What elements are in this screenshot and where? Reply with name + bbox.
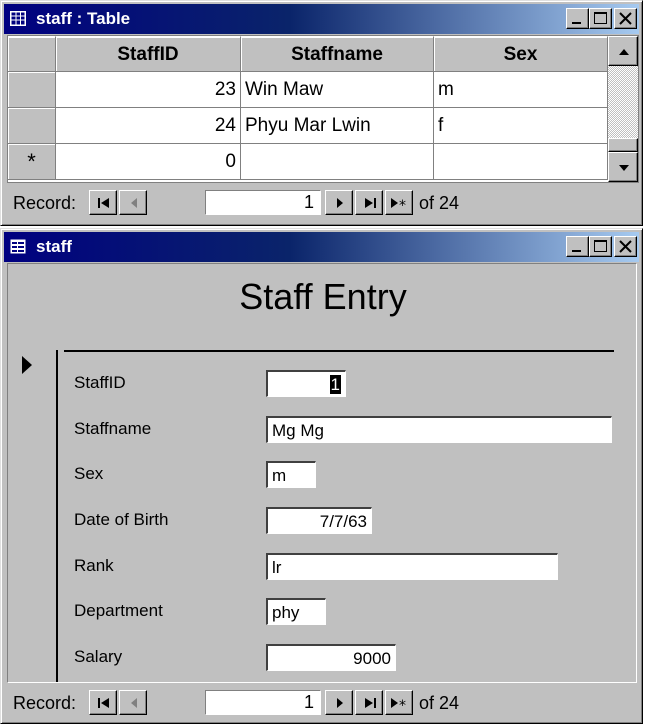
row-selector[interactable]	[8, 108, 56, 144]
staffname-cell[interactable]: Phyu Mar Lwin	[241, 108, 434, 144]
record-number-field[interactable]: 1	[205, 190, 321, 215]
new-record-button[interactable]: *	[385, 190, 413, 215]
salary-field[interactable]: 9000	[266, 644, 396, 671]
minimize-icon	[572, 22, 581, 24]
new-record-button[interactable]: *	[385, 690, 413, 715]
last-record-icon	[365, 198, 376, 208]
form-icon	[10, 239, 26, 254]
datasheet-grid: StaffID Staffname Sex 23 Win Maw m 24 Ph…	[7, 35, 639, 183]
staffname-cell[interactable]: Win Maw	[241, 72, 434, 108]
first-record-button[interactable]	[89, 190, 117, 215]
column-header-staffname[interactable]: Staffname	[241, 36, 434, 72]
record-label: Record:	[13, 693, 77, 713]
form-body: Staff Entry StaffID 1 Staffname Mg Mg Se…	[7, 263, 637, 683]
previous-record-button[interactable]	[119, 690, 147, 715]
sex-cell[interactable]: m	[434, 72, 608, 108]
minimize-button[interactable]	[566, 236, 589, 257]
salary-label: Salary	[74, 647, 123, 666]
next-record-button[interactable]	[325, 190, 353, 215]
heading-divider	[64, 350, 614, 352]
staffid-cell[interactable]: 23	[56, 72, 241, 108]
last-record-button[interactable]	[355, 690, 383, 715]
staffname-label: Staffname	[74, 419, 152, 438]
record-total: of 24	[419, 193, 460, 213]
scroll-thumb[interactable]	[608, 138, 638, 152]
datasheet-icon	[10, 11, 26, 26]
rank-label: Rank	[74, 556, 114, 575]
record-selector[interactable]	[8, 350, 58, 682]
maximize-icon	[594, 12, 607, 24]
new-record-icon: *	[391, 198, 406, 214]
select-all-corner[interactable]	[8, 36, 56, 72]
next-record-button[interactable]	[325, 690, 353, 715]
sex-label: Sex	[74, 464, 104, 483]
record-number-field[interactable]: 1	[205, 690, 321, 715]
previous-record-icon	[131, 198, 137, 208]
form-titlebar[interactable]: staff	[4, 232, 639, 262]
row-selector[interactable]	[8, 72, 56, 108]
record-label: Record:	[13, 193, 77, 213]
column-header-sex[interactable]: Sex	[434, 36, 608, 72]
close-icon	[619, 12, 632, 25]
next-record-icon	[337, 698, 343, 708]
maximize-icon	[594, 240, 607, 252]
previous-record-icon	[131, 698, 137, 708]
new-record-row: * 0	[8, 144, 608, 180]
date-of-birth-field[interactable]: 7/7/63	[266, 507, 372, 534]
rank-field[interactable]: lr	[266, 553, 558, 580]
arrow-up-icon	[619, 49, 629, 55]
staffname-cell[interactable]	[241, 144, 434, 180]
scroll-down-button[interactable]	[608, 152, 638, 182]
last-record-button[interactable]	[355, 190, 383, 215]
record-navigator: Record: 1 * of 24	[7, 187, 637, 219]
minimize-icon	[572, 250, 581, 252]
department-label: Department	[74, 601, 163, 620]
first-record-button[interactable]	[89, 690, 117, 715]
column-header-staffid[interactable]: StaffID	[56, 36, 241, 72]
staffid-field[interactable]: 1	[266, 370, 346, 397]
maximize-button[interactable]	[589, 236, 612, 257]
staffid-value: 1	[329, 375, 341, 394]
sex-cell[interactable]: f	[434, 108, 608, 144]
table-window-title: staff : Table	[36, 9, 131, 28]
close-icon	[619, 240, 632, 253]
minimize-button[interactable]	[566, 8, 589, 29]
sex-field[interactable]: m	[266, 461, 316, 488]
close-button[interactable]	[614, 236, 637, 257]
first-record-icon	[98, 198, 109, 208]
current-record-arrow-icon	[22, 356, 32, 374]
scroll-up-button[interactable]	[608, 36, 638, 66]
staffid-cell[interactable]: 0	[56, 144, 241, 180]
header-row: StaffID Staffname Sex	[8, 36, 608, 72]
department-field[interactable]: phy	[266, 598, 326, 625]
table-row: 23 Win Maw m	[8, 72, 608, 108]
first-record-icon	[98, 698, 109, 708]
maximize-button[interactable]	[589, 8, 612, 29]
record-navigator: Record: 1 * of 24	[7, 687, 637, 719]
arrow-down-icon	[619, 165, 629, 171]
form-heading: Staff Entry	[239, 276, 407, 317]
staffid-cell[interactable]: 24	[56, 108, 241, 144]
next-record-icon	[337, 198, 343, 208]
staff-table-window: staff : Table StaffID Staffname Sex 23 W…	[0, 0, 643, 226]
table-titlebar[interactable]: staff : Table	[4, 4, 639, 34]
sex-cell[interactable]	[434, 144, 608, 180]
record-total: of 24	[419, 693, 460, 713]
last-record-icon	[365, 698, 376, 708]
staff-form-window: staff Staff Entry StaffID 1 Staffname Mg…	[0, 228, 643, 724]
date-of-birth-label: Date of Birth	[74, 510, 169, 529]
form-window-title: staff	[36, 237, 72, 256]
close-button[interactable]	[614, 8, 637, 29]
svg-text:*: *	[399, 198, 406, 214]
scroll-track[interactable]	[608, 66, 638, 138]
vertical-scrollbar[interactable]	[608, 36, 638, 182]
svg-text:*: *	[399, 698, 406, 714]
staffname-field[interactable]: Mg Mg	[266, 416, 612, 443]
new-record-icon: *	[391, 698, 406, 714]
new-record-marker[interactable]: *	[8, 144, 56, 180]
table-row: 24 Phyu Mar Lwin f	[8, 108, 608, 144]
staffid-label: StaffID	[74, 373, 126, 392]
previous-record-button[interactable]	[119, 190, 147, 215]
